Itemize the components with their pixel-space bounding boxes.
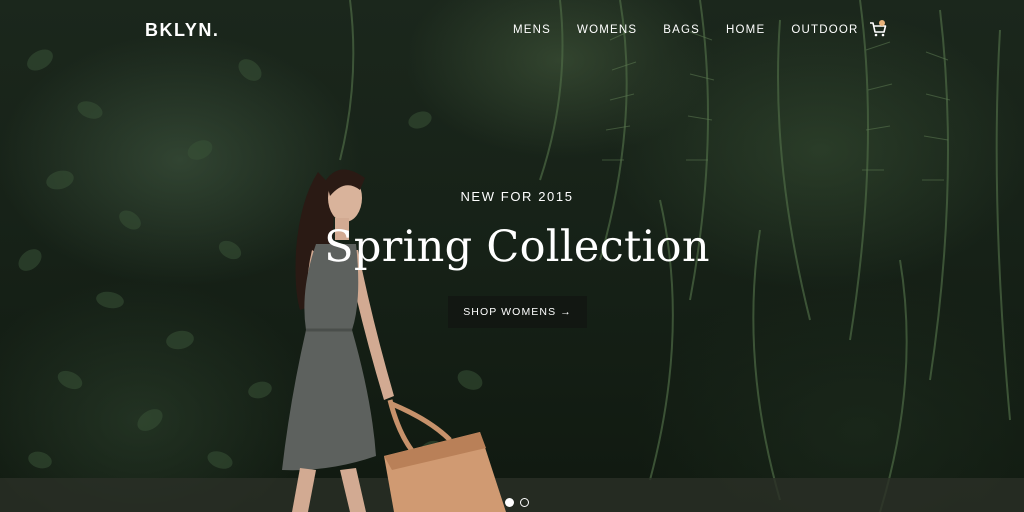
cart-badge <box>879 20 885 26</box>
slide-dot-2[interactable] <box>520 498 529 507</box>
shop-womens-button[interactable]: SHOP WOMENS → <box>448 296 587 328</box>
nav-item-bags[interactable]: BAGS <box>663 24 700 36</box>
brand-logo[interactable]: BKLYN. <box>145 20 219 41</box>
nav-item-womens[interactable]: WOMENS <box>577 24 637 36</box>
hero-eyebrow: NEW FOR 2015 <box>460 189 574 204</box>
main-nav: MENS WOMENS BAGS HOME OUTDOOR <box>513 24 885 36</box>
nav-item-mens[interactable]: MENS <box>513 24 551 36</box>
nav-item-home[interactable]: HOME <box>726 24 765 36</box>
slide-dot-1[interactable] <box>505 498 514 507</box>
nav-item-outdoor[interactable]: OUTDOOR <box>791 24 858 36</box>
hero-headline: Spring Collection <box>324 222 710 272</box>
slider-pagination <box>505 498 535 507</box>
